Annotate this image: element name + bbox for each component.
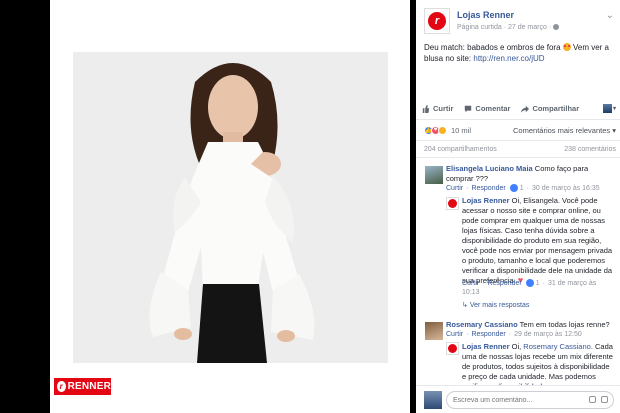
divider	[416, 140, 620, 141]
reply-author-link[interactable]: Lojas Renner	[462, 342, 510, 351]
caption-link[interactable]: http://ren.ner.co/jUD	[473, 54, 544, 63]
comment-like-link[interactable]: Curtir	[446, 331, 463, 338]
comment-sort-dropdown[interactable]: Comentários mais relevantes ▾	[513, 126, 616, 135]
renner-r-icon	[448, 344, 457, 353]
like-label: Curtir	[433, 104, 454, 113]
sticker-icon[interactable]	[601, 396, 608, 403]
comment-button[interactable]: Comentar	[464, 104, 510, 113]
reply-like-link[interactable]: Curtir	[462, 280, 479, 287]
avatar[interactable]	[425, 166, 443, 184]
avatar[interactable]	[425, 322, 443, 340]
divider	[416, 157, 620, 158]
renner-r-icon: r	[57, 381, 66, 392]
post-actions: Curtir Comentar Compartilhar ▾	[422, 101, 616, 116]
comment-body: Tem em todas lojas renne?	[519, 320, 610, 329]
mention-link[interactable]: Rosemary Cassiano	[523, 342, 591, 351]
share-button[interactable]: Compartilhar	[521, 104, 579, 113]
product-photo[interactable]	[73, 52, 388, 363]
reply-body: Oi, Elisangela. Você pode acessar o noss…	[462, 196, 613, 285]
more-replies-link[interactable]: ↳ Ver mais respostas	[462, 301, 529, 309]
renner-r-icon	[448, 199, 457, 208]
reply-author-link[interactable]: Lojas Renner	[462, 196, 510, 205]
comment-actions: Curtir · Responder 1 · 30 de março às 16:3…	[446, 184, 600, 192]
comment-text: Rosemary Cassiano Tem em todas lojas ren…	[446, 320, 614, 330]
shares-count-link[interactable]: 204 compartilhamentos	[424, 146, 497, 153]
comment-time[interactable]: 30 de março às 16:35	[532, 185, 600, 192]
caption-text: Deu match: babados e ombros de fora	[424, 43, 561, 52]
like-button[interactable]: Curtir	[422, 104, 453, 113]
like-reaction-icon	[509, 184, 518, 192]
comment-icon	[465, 105, 472, 112]
page-name-link[interactable]: Lojas Renner	[457, 10, 514, 20]
comment-author-link[interactable]: Elisangela Luciano Maia	[446, 164, 533, 173]
renner-logo-badge: r RENNER	[54, 378, 111, 395]
comment-reply-link[interactable]: Responder	[471, 185, 505, 192]
comment-like-link[interactable]: Curtir	[446, 185, 463, 192]
avatar	[602, 104, 612, 113]
reply-time-continued: 10:13	[462, 289, 480, 296]
post-meta-text: Página curtida · 27 de março ·	[457, 24, 552, 31]
page-avatar[interactable]: r	[424, 8, 450, 34]
post-caption: Deu match: babados e ombros de fora Vem …	[424, 42, 616, 64]
wow-reaction-icon	[438, 125, 447, 135]
reply-time-2[interactable]: 10:13	[462, 289, 480, 296]
reply-body-pre: Oi,	[511, 342, 524, 351]
avatar[interactable]	[446, 197, 459, 210]
comment-time[interactable]: 29 de março às 12:50	[514, 331, 582, 338]
more-replies-label: Ver mais respostas	[469, 302, 530, 309]
divider	[416, 119, 620, 120]
reactions-count[interactable]: 10 mil	[451, 126, 471, 135]
post-header: r Lojas Renner Página curtida · 27 de ma…	[424, 8, 614, 36]
comments-count-link[interactable]: 238 comentários	[564, 146, 616, 153]
composer-tools	[589, 396, 608, 403]
thumbs-up-icon	[422, 104, 430, 113]
chevron-down-icon[interactable]: ⌄	[606, 10, 614, 21]
reply-text: Lojas Renner Oi, Elisangela. Você pode a…	[462, 196, 614, 286]
model-wearing-white-blouse-image	[73, 52, 388, 363]
comment-composer	[416, 385, 620, 413]
like-reaction-icon	[525, 279, 534, 287]
comment-like-count: 1	[519, 184, 524, 192]
share-label: Compartilhar	[532, 104, 580, 113]
share-arrow-icon	[521, 105, 530, 113]
comment-text: Elisangela Luciano Maia Como faço para c…	[446, 164, 614, 184]
comment-label: Comentar	[475, 104, 511, 113]
camera-icon[interactable]	[589, 396, 596, 403]
renner-r-icon: r	[428, 12, 446, 30]
photo-viewer: r RENNER	[50, 0, 410, 413]
globe-icon	[553, 24, 560, 31]
reply-arrow-icon: ↳	[462, 302, 468, 309]
comment-reply-link[interactable]: Responder	[471, 331, 505, 338]
avatar	[424, 391, 442, 409]
post-meta: Página curtida · 27 de março ·	[457, 24, 560, 31]
view-as-selector[interactable]: ▾	[602, 104, 616, 113]
renner-logo-text: RENNER	[67, 381, 111, 392]
reactions-bar[interactable]: 👍 ♥ 10 mil Comentários mais relevantes ▾	[424, 124, 616, 136]
post-panel: r Lojas Renner Página curtida · 27 de ma…	[416, 0, 620, 413]
comment-author-link[interactable]: Rosemary Cassiano	[446, 320, 518, 329]
caret-down-icon: ▾	[612, 106, 616, 112]
comment-actions: Curtir · Responder · 29 de março às 12:50	[446, 331, 582, 338]
post-stats: 204 compartilhamentos 238 comentários	[424, 146, 616, 153]
reply-reply-link[interactable]: Responder	[487, 280, 521, 287]
heart-eyes-icon	[562, 43, 571, 51]
avatar[interactable]	[446, 342, 459, 355]
reply-time[interactable]: 31 de março às	[548, 280, 596, 287]
reply-actions: Curtir · Responder 1 · 31 de março às	[462, 279, 597, 287]
reply-like-count: 1	[535, 279, 540, 287]
